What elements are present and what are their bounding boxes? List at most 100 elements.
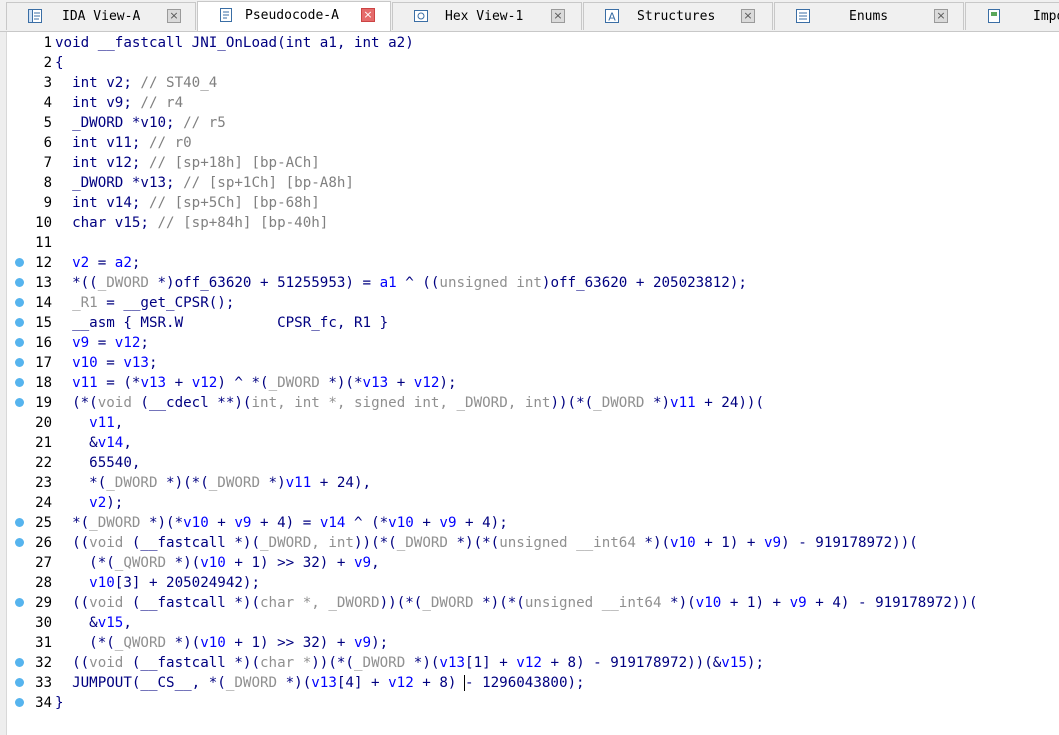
code-token: v9 — [353, 555, 372, 571]
code-token: ; — [140, 335, 149, 351]
code-token: v9 — [439, 515, 457, 531]
breakpoint-dot-icon[interactable] — [15, 358, 24, 367]
code-line[interactable]: &v15, — [55, 613, 132, 633]
code-line[interactable]: &v14, — [55, 433, 132, 453]
code-line[interactable]: _DWORD *v13; // [sp+1Ch] [bp-A8h] — [55, 173, 354, 193]
breakpoint-dot-icon[interactable] — [15, 538, 24, 547]
code-line[interactable]: __asm { MSR.W CPSR_fc, R1 } — [55, 313, 388, 333]
breakpoint-dot-icon[interactable] — [15, 698, 24, 707]
code-token: v13 — [311, 675, 337, 691]
breakpoint-dot-icon[interactable] — [15, 658, 24, 667]
code-line[interactable]: int v14; // [sp+5Ch] [bp-68h] — [55, 193, 320, 213]
breakpoint-dot-icon[interactable] — [15, 398, 24, 407]
breakpoint-dot-icon[interactable] — [15, 298, 24, 307]
breakpoint-dot-icon[interactable] — [15, 318, 24, 327]
code-token: = — [97, 355, 124, 371]
code-token: v12 — [114, 335, 141, 351]
breakpoint-dot-icon[interactable] — [15, 518, 24, 527]
code-token: ))(*( — [353, 535, 397, 551]
code-token: *) — [260, 475, 286, 491]
tab-label: Impo — [1033, 9, 1059, 24]
code-line[interactable]: int v11; // r0 — [55, 133, 192, 153]
code-token: *)off_63620 + 51255953) = — [148, 275, 380, 291]
tab-label: Structures — [637, 9, 716, 24]
tab-imports[interactable]: Impo — [965, 2, 1059, 30]
code-token: *)(* — [319, 375, 363, 391]
code-line[interactable]: { — [55, 53, 64, 73]
pseudocode-editor[interactable]: void __fastcall JNI_OnLoad(int a1, int a… — [55, 32, 1059, 735]
breakpoint-dot-icon[interactable] — [15, 338, 24, 347]
code-token: + 24), — [311, 475, 372, 491]
code-line[interactable]: int v12; // [sp+18h] [bp-ACh] — [55, 153, 320, 173]
code-line[interactable]: void __fastcall JNI_OnLoad(int a1, int a… — [55, 33, 414, 53]
code-line[interactable]: *((_DWORD *)off_63620 + 51255953) = a1 ^… — [55, 273, 747, 293]
code-token: _DWORD — [422, 595, 474, 611]
code-token: v9 — [764, 535, 782, 551]
close-icon[interactable]: × — [361, 8, 375, 22]
code-line[interactable]: char v15; // [sp+84h] [bp-40h] — [55, 213, 328, 233]
tab-ida-view-a[interactable]: IDA View-A × — [6, 2, 196, 30]
breakpoint-dot-icon[interactable] — [15, 598, 24, 607]
line-number: 34 — [35, 695, 52, 711]
code-token: v9 — [234, 515, 252, 531]
code-token: _QWORD — [114, 555, 167, 571]
close-icon[interactable]: × — [934, 9, 948, 23]
code-token: // [sp+1Ch] [bp-A8h] — [183, 175, 354, 191]
tab-pseudocode-a[interactable]: Pseudocode-A × — [197, 1, 391, 31]
tab-structures[interactable]: A Structures × — [583, 2, 773, 30]
code-token: *( — [55, 475, 107, 491]
code-token: (*( — [55, 635, 115, 651]
code-line[interactable]: ((void (__fastcall *)(char *))(*(_DWORD … — [55, 653, 764, 673]
code-token: v10 — [200, 635, 226, 651]
code-line[interactable]: *(_DWORD *)(*v10 + v9 + 4) = v14 ^ (*v10… — [55, 513, 508, 533]
code-token: , — [371, 555, 380, 571]
line-number: 11 — [35, 235, 52, 251]
code-line[interactable]: 65540, — [55, 453, 140, 473]
code-token: *(( — [55, 275, 98, 291]
tab-enums[interactable]: Enums × — [774, 2, 964, 30]
code-line[interactable]: (*(_QWORD *)(v10 + 1) >> 32) + v9); — [55, 633, 388, 653]
code-line[interactable]: v10[3] + 205024942); — [55, 573, 260, 593]
code-line[interactable]: v10 = v13; — [55, 353, 157, 373]
code-line[interactable]: v11, — [55, 413, 123, 433]
code-line[interactable]: (*(void (__cdecl **)(int, int *, signed … — [55, 393, 764, 413]
code-line[interactable]: _DWORD *v10; // r5 — [55, 113, 226, 133]
code-token: _DWORD *v10; — [55, 115, 184, 131]
line-number: 23 — [35, 475, 52, 491]
line-number: 8 — [43, 175, 52, 191]
code-line[interactable]: JUMPOUT(__CS__, *(_DWORD *)(v13[4] + v12… — [55, 673, 585, 693]
close-icon[interactable]: × — [741, 9, 755, 23]
code-line[interactable]: *(_DWORD *)(*(_DWORD *)v11 + 24), — [55, 473, 371, 493]
breakpoint-dot-icon[interactable] — [15, 258, 24, 267]
breakpoint-dot-icon[interactable] — [15, 378, 24, 387]
code-line[interactable]: v9 = v12; — [55, 333, 149, 353]
code-line[interactable]: v2); — [55, 493, 123, 513]
code-token: void — [89, 535, 124, 551]
code-line[interactable]: } — [55, 693, 64, 713]
code-token: v9 — [55, 335, 90, 351]
close-icon[interactable]: × — [167, 9, 181, 23]
line-number: 33 — [35, 675, 52, 691]
code-line[interactable]: ((void (__fastcall *)(char *, _DWORD))(*… — [55, 593, 978, 613]
code-line[interactable]: v2 = a2; — [55, 253, 140, 273]
close-icon[interactable]: × — [551, 9, 565, 23]
breakpoint-dot-icon[interactable] — [15, 278, 24, 287]
breakpoint-dot-icon[interactable] — [15, 678, 24, 687]
code-token: = — [89, 255, 115, 271]
tab-label: Enums — [849, 9, 889, 24]
code-token: v9 — [789, 595, 807, 611]
code-line[interactable]: ((void (__fastcall *)(_DWORD, int))(*(_D… — [55, 533, 918, 553]
code-token: ); — [371, 635, 389, 651]
code-token: _DWORD — [225, 675, 278, 691]
code-token: + — [166, 375, 192, 391]
code-line[interactable]: int v9; // r4 — [55, 93, 183, 113]
code-line[interactable]: int v2; // ST40_4 — [55, 73, 217, 93]
code-line[interactable]: v11 = (*v13 + v12) ^ *(_DWORD *)(*v13 + … — [55, 373, 456, 393]
tab-hex-view-1[interactable]: Hex View-1 × — [392, 2, 582, 30]
code-line[interactable]: (*(_QWORD *)(v10 + 1) >> 32) + v9, — [55, 553, 380, 573]
code-token: (__fastcall *)( — [123, 535, 261, 551]
code-token: void — [97, 395, 132, 411]
code-token: (__cdecl **)( — [131, 395, 252, 411]
code-token: ^ (( — [396, 275, 440, 291]
code-line[interactable]: _R1 = __get_CPSR(); — [55, 293, 234, 313]
